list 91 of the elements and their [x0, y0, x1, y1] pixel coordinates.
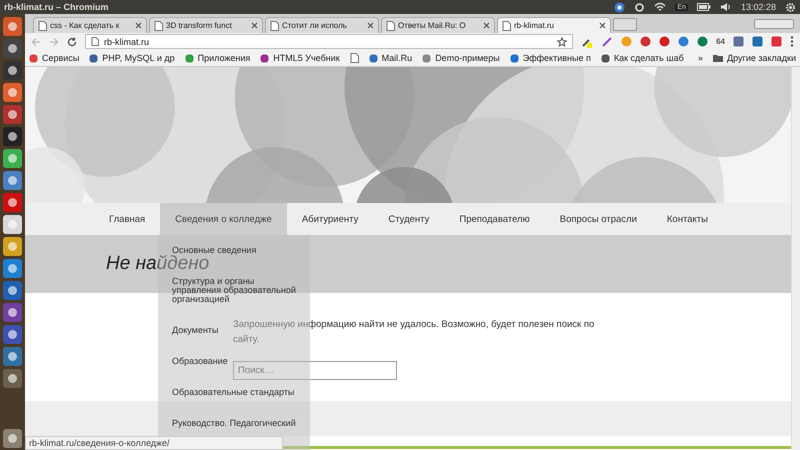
trash-icon[interactable] — [3, 429, 22, 448]
bookmark-star-icon[interactable] — [557, 36, 568, 46]
page-heading: Не найдено — [106, 253, 210, 275]
settings-icon[interactable] — [785, 2, 796, 12]
extension-icon[interactable] — [752, 36, 763, 47]
bookmark-link[interactable]: Demo-примеры — [422, 53, 500, 63]
search-field[interactable]: Поиск… — [233, 361, 397, 380]
favicon-icon — [29, 54, 38, 62]
extension-label[interactable]: 64 — [716, 37, 725, 46]
favicon-icon — [368, 54, 378, 62]
app-icon[interactable] — [3, 127, 22, 146]
app-icon[interactable] — [3, 149, 22, 168]
browser-tab[interactable]: Стотит ли исполь — [265, 17, 379, 33]
browser-tab[interactable]: Ответы Mail.Ru: О — [381, 17, 495, 33]
nav-link[interactable]: Сведения о колледже — [160, 203, 287, 235]
app-icon[interactable] — [3, 347, 22, 366]
dropdown-item[interactable]: Структура и органы управления образовательной организацией — [172, 277, 296, 304]
dropdown-item[interactable]: Образование — [172, 357, 228, 366]
nav-link[interactable]: Студенту — [373, 203, 444, 235]
bookmark-link[interactable]: Эффективные п — [510, 53, 591, 63]
app-icon[interactable] — [3, 369, 22, 388]
app-icon[interactable] — [3, 105, 22, 124]
menu-icon[interactable] — [790, 36, 794, 47]
app-icon[interactable] — [3, 83, 22, 102]
dropdown-item[interactable]: Руководство. Педагогический — [172, 419, 296, 428]
dropdown-item[interactable]: Основные сведения — [172, 246, 256, 255]
app-icon[interactable] — [3, 259, 22, 278]
extension-icon[interactable] — [678, 36, 690, 47]
page-icon — [154, 20, 163, 30]
nav-link[interactable]: Вопросы отрасли — [544, 203, 652, 235]
page-icon — [502, 20, 511, 30]
close-icon[interactable] — [599, 22, 606, 29]
not-found-message: Запрошенную информацию найти не удалось. Возможно, будет полезен поиск по сайту. — [233, 318, 596, 347]
nav-link[interactable]: Преподавателю — [444, 203, 545, 235]
extension-icon[interactable] — [697, 36, 708, 47]
app-icon[interactable] — [3, 325, 22, 344]
extension-icon[interactable] — [733, 36, 744, 47]
app-icon[interactable] — [3, 17, 22, 36]
favicon-icon — [600, 54, 610, 62]
wifi-icon[interactable] — [654, 2, 666, 12]
volume-icon[interactable] — [720, 2, 732, 12]
bookmark-link[interactable]: HTML5 Учебник — [260, 53, 340, 63]
extension-icon[interactable] — [640, 36, 652, 47]
page-icon — [91, 37, 99, 46]
browser-tab[interactable]: rb-klimat.ru — [497, 17, 611, 33]
nav-link[interactable]: Контакты — [652, 203, 723, 235]
close-icon[interactable] — [135, 22, 142, 29]
dropdown-item[interactable]: Образовательные стандарты — [172, 388, 294, 397]
app-icon[interactable] — [3, 215, 22, 234]
app-icon[interactable] — [3, 193, 22, 212]
page-icon[interactable] — [350, 53, 359, 63]
close-icon[interactable] — [483, 22, 490, 29]
page-icon — [270, 20, 279, 30]
battery-icon[interactable] — [696, 3, 711, 11]
app-icon[interactable] — [3, 61, 22, 80]
bookmark-link[interactable]: Как сделать шаб — [600, 53, 684, 63]
favicon-icon — [89, 54, 98, 62]
favicon-icon — [260, 54, 270, 62]
favicon-icon — [422, 54, 432, 62]
page-icon — [386, 20, 395, 30]
favicon-icon — [510, 54, 519, 62]
dropdown-item[interactable]: Документы — [172, 326, 218, 335]
extension-icon[interactable] — [771, 36, 782, 47]
extension-icon[interactable] — [659, 36, 670, 47]
address-bar[interactable]: rb-klimat.ru — [85, 34, 574, 49]
app-icon[interactable] — [3, 39, 22, 58]
nav-link[interactable]: Абитуриенту — [286, 203, 374, 235]
clock-time[interactable]: 13:02:28 — [740, 2, 776, 12]
app-icon[interactable] — [3, 303, 22, 322]
app-icon[interactable] — [3, 281, 22, 300]
bookmark-link[interactable]: Приложения — [184, 53, 250, 63]
bookmark-link[interactable]: Mail.Ru — [368, 53, 412, 63]
reload-icon[interactable] — [67, 36, 77, 46]
app-icon[interactable] — [3, 171, 22, 190]
scrollbar[interactable] — [791, 67, 800, 450]
bookmark-link[interactable]: PHP, MySQL и др — [89, 53, 175, 63]
browser-tab[interactable]: css - Как сделать к — [33, 17, 147, 33]
bookmark-link[interactable]: Сервисы — [29, 53, 80, 63]
nav-link[interactable]: Главная — [94, 203, 160, 235]
page-icon — [38, 20, 47, 30]
favicon-icon — [184, 54, 194, 62]
folder-icon — [713, 54, 724, 62]
browser-tab[interactable]: 3D transform funct — [149, 17, 263, 33]
pen-icon[interactable] — [601, 36, 614, 48]
more-bookmarks-button[interactable]: » — [698, 53, 704, 63]
close-icon[interactable] — [251, 22, 258, 29]
app-icon[interactable] — [3, 237, 22, 256]
status-url: rb-klimat.ru/сведения-о-колледже/ — [25, 436, 283, 450]
close-icon[interactable] — [367, 22, 374, 29]
window-title: rb-klimat.ru – Chromium — [4, 2, 109, 12]
other-bookmarks-folder[interactable]: Другие закладки — [713, 53, 796, 63]
